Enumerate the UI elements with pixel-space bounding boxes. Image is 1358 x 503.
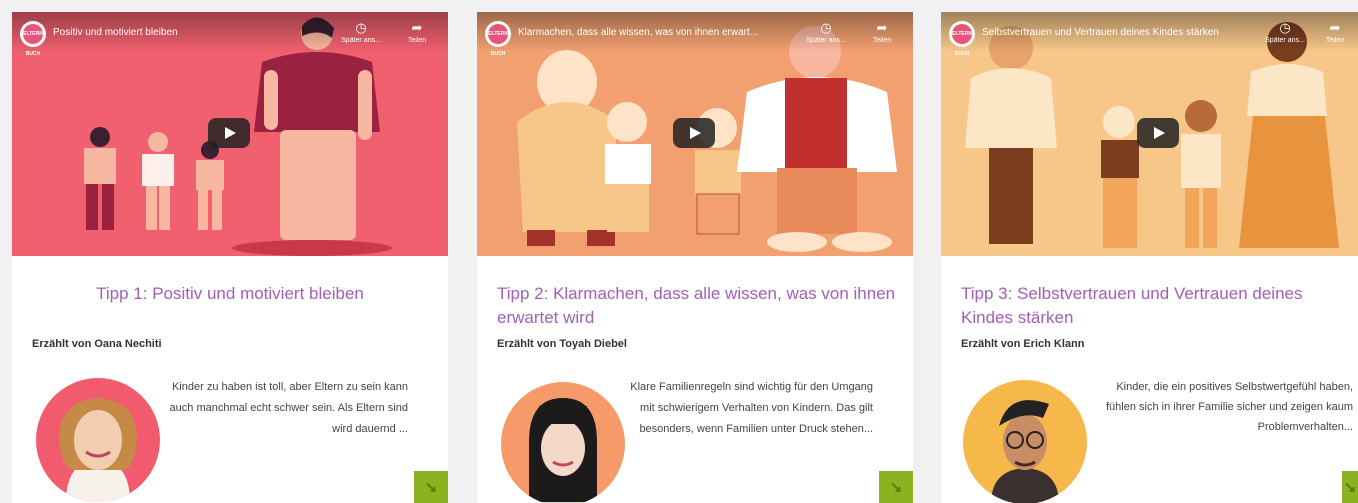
share-arrow-icon: ➦ xyxy=(411,20,423,35)
channel-avatar[interactable]: ELTERN BUCH xyxy=(20,21,46,57)
tip-title[interactable]: Tipp 1: Positiv und motiviert bleiben xyxy=(28,282,432,306)
share-label: Teilen xyxy=(407,37,427,44)
share-button[interactable]: ➦ Teilen xyxy=(1315,20,1355,44)
tip-card-2: ELTERN BUCH Klarmachen, dass alle wissen… xyxy=(477,12,913,503)
play-icon[interactable] xyxy=(673,118,715,148)
clock-icon: ◷ xyxy=(355,20,367,35)
share-arrow-icon: ➦ xyxy=(1329,20,1341,35)
tip-excerpt: Kinder zu haben ist toll, aber Eltern zu… xyxy=(169,381,408,435)
watch-later-button[interactable]: ◷ Später ans... xyxy=(339,20,383,44)
arrow-down-right-icon: ↘ xyxy=(889,479,903,496)
clock-icon: ◷ xyxy=(1279,20,1291,35)
tip-title[interactable]: Tipp 3: Selbstvertrauen und Vertrauen de… xyxy=(961,282,1351,330)
share-button[interactable]: ➦ Teilen xyxy=(395,20,439,44)
channel-avatar[interactable]: ELTERN BUCH xyxy=(485,21,511,57)
read-more-button[interactable]: ↘ xyxy=(879,471,913,503)
tip-excerpt: Kinder, die ein positives Selbstwertgefü… xyxy=(1105,381,1353,433)
watch-later-button[interactable]: ◷ Später ans... xyxy=(1263,20,1307,44)
watch-later-label: Später ans... xyxy=(341,37,381,44)
video-player-3[interactable]: ELTERN BUCH Selbstvertrauen und Vertraue… xyxy=(941,12,1358,256)
read-more-button[interactable]: ↘ xyxy=(414,471,448,503)
watch-later-label: Später ans... xyxy=(806,37,846,44)
play-icon[interactable] xyxy=(208,118,250,148)
arrow-down-right-icon: ↘ xyxy=(424,479,438,496)
tip-title[interactable]: Tipp 2: Klarmachen, dass alle wissen, wa… xyxy=(497,282,901,330)
tips-card-row: ELTERN BUCH Positiv und motiviert bleibe… xyxy=(0,0,1358,503)
narrator-portrait xyxy=(529,398,597,503)
narrator-byline: Erzählt von Oana Nechiti xyxy=(32,338,162,350)
share-label: Teilen xyxy=(872,37,892,44)
narrator-avatar xyxy=(501,382,625,503)
channel-logo: ELTERN BUCH xyxy=(23,24,43,57)
share-button[interactable]: ➦ Teilen xyxy=(860,20,904,44)
share-label: Teilen xyxy=(1325,37,1345,44)
narrator-portrait xyxy=(991,400,1059,503)
watch-later-button[interactable]: ◷ Später ans... xyxy=(804,20,848,44)
read-more-button[interactable]: ↘ xyxy=(1342,471,1358,503)
clock-icon: ◷ xyxy=(820,20,832,35)
narrator-avatar xyxy=(36,378,160,502)
watch-later-label: Später ans... xyxy=(1265,37,1305,44)
tip-excerpt: Klare Familienregeln sind wichtig für de… xyxy=(630,381,873,435)
narrator-portrait xyxy=(59,398,137,502)
channel-logo: ELTERN BUCH xyxy=(952,24,972,57)
arrow-down-right-icon: ↘ xyxy=(1343,479,1357,496)
narrator-avatar xyxy=(963,380,1087,503)
play-icon[interactable] xyxy=(1137,118,1179,148)
tip-card-3: ELTERN BUCH Selbstvertrauen und Vertraue… xyxy=(941,12,1358,503)
channel-logo: ELTERN BUCH xyxy=(488,24,508,57)
narrator-byline: Erzählt von Toyah Diebel xyxy=(497,338,627,350)
video-player-1[interactable]: ELTERN BUCH Positiv und motiviert bleibe… xyxy=(12,12,448,256)
video-title[interactable]: Selbstvertrauen und Vertrauen deines Kin… xyxy=(982,27,1252,38)
video-player-2[interactable]: ELTERN BUCH Klarmachen, dass alle wissen… xyxy=(477,12,913,256)
narrator-byline: Erzählt von Erich Klann xyxy=(961,338,1085,350)
video-title[interactable]: Positiv und motiviert bleiben xyxy=(53,27,323,38)
channel-avatar[interactable]: ELTERN BUCH xyxy=(949,21,975,57)
tip-card-1: ELTERN BUCH Positiv und motiviert bleibe… xyxy=(12,12,448,503)
video-title[interactable]: Klarmachen, dass alle wissen, was von ih… xyxy=(518,27,788,38)
share-arrow-icon: ➦ xyxy=(876,20,888,35)
